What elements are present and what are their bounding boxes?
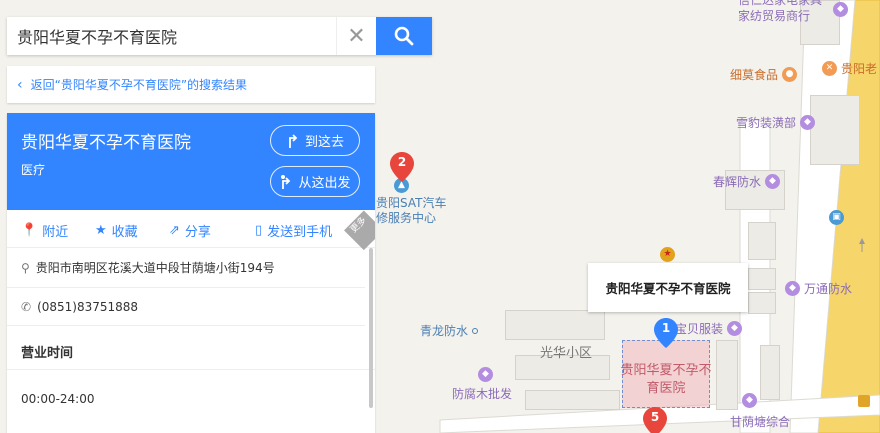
poi-ganyin-icon[interactable]: ◆ xyxy=(742,393,757,408)
place-category: 医疗 xyxy=(21,163,46,177)
poi-ximo[interactable]: 细莫食品 ● xyxy=(730,66,798,83)
bus-icon: ▣ xyxy=(829,210,844,225)
dot-icon xyxy=(472,327,479,334)
nearby-button[interactable]: 📍 附近 xyxy=(21,221,68,240)
shop-icon: ◆ xyxy=(765,174,781,189)
place-actions: 📍 附近 ★ 收藏 ⇗ 分享 ▯ 发送到手机 更多 xyxy=(7,210,375,251)
place-header: 贵阳华夏不孕不育医院 医疗 到这去 从这出发 xyxy=(7,113,375,210)
poi-fangfu[interactable]: 防腐木批发 xyxy=(452,385,512,402)
poi-guanghua: 光华小区 xyxy=(540,346,593,361)
phone-row: ✆ (0851)83751888 xyxy=(7,288,365,326)
poi-xinren[interactable]: 信仁达家电家具 家纺贸易商行 xyxy=(738,0,822,24)
route-from-icon xyxy=(281,174,291,189)
hospital-area-label: 贵阳华夏不孕不 育医院 xyxy=(620,363,712,396)
map-building xyxy=(760,345,780,400)
map-marker-2[interactable]: 2 xyxy=(390,152,414,182)
map-building xyxy=(810,95,860,165)
poi-ganyin[interactable]: 甘荫塘综合 xyxy=(730,413,790,430)
emblem-icon: ★ xyxy=(660,247,675,262)
chevron-left-icon: ‹ xyxy=(17,76,23,93)
clear-search-button[interactable]: ✕ xyxy=(336,17,376,55)
phone-icon: ▯ xyxy=(255,223,263,238)
shop-icon: ◆ xyxy=(833,2,848,17)
map-marker-5[interactable]: 5 xyxy=(643,407,667,433)
map-building xyxy=(505,310,605,340)
shop-icon: ◆ xyxy=(742,393,757,408)
back-link-label: 返回“贵阳华夏不孕不育医院”的搜索结果 xyxy=(30,78,248,92)
location-pin-icon: ⚲ xyxy=(21,260,30,275)
poi-sat[interactable]: 贵阳SAT汽车 修服务中心 xyxy=(376,196,446,226)
search-icon xyxy=(394,26,414,46)
share-icon: ⇗ xyxy=(169,223,180,238)
back-to-results-link[interactable]: ‹ 返回“贵阳华夏不孕不育医院”的搜索结果 xyxy=(7,66,375,103)
place-phone: (0851)83751888 xyxy=(37,299,139,314)
search-input[interactable] xyxy=(7,17,336,55)
more-button[interactable]: 更多 xyxy=(344,210,375,251)
hours-value: 00:00-24:00 xyxy=(21,392,95,406)
popup-title: 贵阳华夏不孕不育医院 xyxy=(605,281,731,296)
search-box: ✕ xyxy=(7,17,432,55)
address-row: ⚲ 贵阳市南明区花溪大道中段甘荫塘小街194号 xyxy=(7,248,365,288)
poi-qinglong[interactable]: 青龙防水 xyxy=(420,322,479,339)
star-icon: ★ xyxy=(95,223,107,238)
map-building xyxy=(748,222,776,260)
place-address: 贵阳市南明区花溪大道中段甘荫塘小街194号 xyxy=(35,261,275,275)
poi-xinren-icon[interactable]: ◆ xyxy=(833,2,848,17)
map-building xyxy=(748,292,776,314)
map-building xyxy=(748,268,776,290)
shop-icon: ◆ xyxy=(478,367,493,382)
bus-stop[interactable]: ▣ xyxy=(829,210,844,225)
favorite-button[interactable]: ★ 收藏 xyxy=(95,221,138,240)
gov-emblem: ★ xyxy=(660,247,675,262)
poi-xuebao[interactable]: 雪豹装潢部 ◆ xyxy=(736,114,816,131)
start-from-here-button[interactable]: 从这出发 xyxy=(270,166,360,197)
poi-beibei[interactable]: 宝贝服装 ◆ xyxy=(675,320,743,337)
map-building xyxy=(525,390,620,410)
go-here-button[interactable]: 到这去 xyxy=(270,125,360,156)
handle-icon xyxy=(858,395,870,407)
food-icon: ● xyxy=(782,67,798,82)
shop-icon: ◆ xyxy=(727,321,743,336)
scroll-handle xyxy=(858,395,870,407)
send-to-phone-button[interactable]: ▯ 发送到手机 xyxy=(255,221,332,240)
poi-wandao[interactable]: ◆ 万通防水 xyxy=(785,280,852,297)
close-icon: ✕ xyxy=(347,23,366,49)
hours-label: 营业时间 xyxy=(7,326,375,370)
poi-chunhui[interactable]: 春辉防水 ◆ xyxy=(713,173,781,190)
map-info-popup[interactable]: 贵阳华夏不孕不育医院 xyxy=(588,263,748,312)
phone-icon: ✆ xyxy=(21,299,32,314)
scrollbar[interactable] xyxy=(369,248,373,408)
route-to-icon xyxy=(289,133,298,148)
place-detail-card: 贵阳华夏不孕不育医院 医疗 到这去 从这出发 📍 附近 ★ 收藏 ⇗ 分享 ▯ … xyxy=(7,113,375,433)
place-name: 贵阳华夏不孕不育医院 xyxy=(21,133,191,153)
search-button[interactable] xyxy=(376,17,432,55)
map-marker-1[interactable]: 1 xyxy=(654,318,678,348)
share-button[interactable]: ⇗ 分享 xyxy=(169,221,211,240)
shop-icon: ◆ xyxy=(785,281,800,296)
restaurant-icon: ✕ xyxy=(822,61,837,76)
shop-icon: ◆ xyxy=(800,115,816,130)
poi-guiyang-lao[interactable]: ✕ 贵阳老 xyxy=(822,60,877,77)
poi-fangfu-icon[interactable]: ◆ xyxy=(478,367,493,382)
location-pin-icon: 📍 xyxy=(21,223,38,238)
